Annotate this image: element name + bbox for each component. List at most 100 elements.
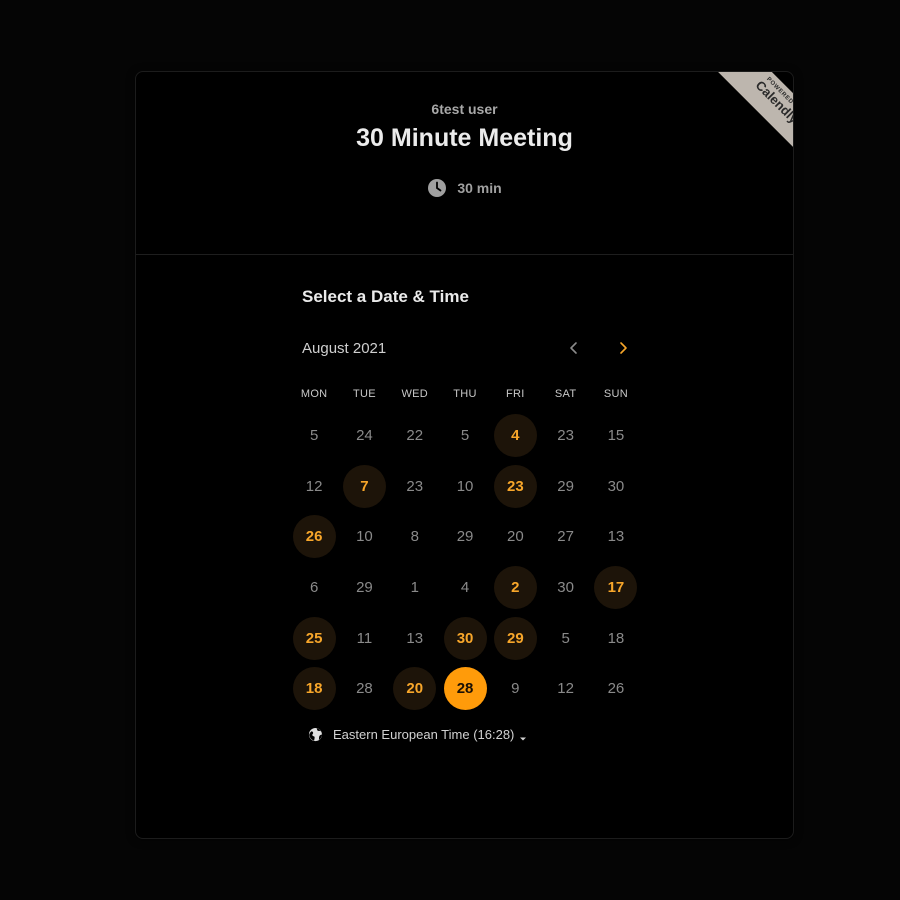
- day-cell: 12: [289, 461, 339, 512]
- day-available-button[interactable]: 29: [493, 616, 537, 660]
- day-cell[interactable]: 25: [289, 613, 339, 664]
- day-cell: 29: [339, 562, 389, 613]
- day-cell[interactable]: 18: [289, 663, 339, 714]
- day-cell[interactable]: 28: [440, 663, 490, 714]
- day-cell: 4: [440, 562, 490, 613]
- day-cell[interactable]: 26: [289, 511, 339, 562]
- day-label: 23: [406, 477, 424, 495]
- day-label: 12: [557, 680, 574, 698]
- chevron-left-icon: [568, 341, 580, 360]
- day-cell: 5: [440, 410, 490, 461]
- clock-icon: [427, 178, 447, 198]
- day-available-button[interactable]: 18: [292, 667, 336, 711]
- section-title: Select a Date & Time: [302, 287, 469, 306]
- weekday-label: MON: [300, 388, 328, 400]
- prev-month-button[interactable]: [560, 336, 588, 364]
- day-label: 11: [356, 629, 373, 647]
- day-label: 5: [561, 629, 570, 647]
- calendar-grid: 5 24 22 5 4 23 15 12 7 23 10 23 29 30 26 10 8 29 20 27 13 6 29…: [289, 410, 641, 714]
- day-cell: 23: [390, 461, 440, 512]
- day-available-button[interactable]: 26: [292, 515, 336, 559]
- day-label: 24: [356, 426, 373, 444]
- globe-icon: [308, 727, 323, 742]
- booking-card: 6test user 30 Minute Meeting 30 min POWE…: [135, 71, 794, 839]
- day-cell[interactable]: 29: [490, 613, 540, 664]
- day-cell: 20: [490, 511, 540, 562]
- day-cell: 22: [390, 410, 440, 461]
- day-label: 5: [460, 426, 470, 444]
- weekday-label: TUE: [352, 388, 376, 400]
- day-cell: 13: [591, 511, 641, 562]
- caret-down-icon: [519, 731, 527, 740]
- ribbon-band[interactable]: POWERED BY Calendly: [709, 72, 794, 170]
- day-label: 10: [456, 477, 474, 495]
- day-label: 6: [309, 578, 319, 596]
- day-label: 30: [557, 578, 574, 596]
- weekday-label: THU: [453, 388, 477, 400]
- chevron-right-icon: [617, 341, 629, 360]
- day-label: 29: [456, 528, 474, 546]
- day-label: 26: [607, 680, 625, 698]
- day-cell: 15: [591, 410, 641, 461]
- day-label: 4: [460, 578, 470, 596]
- timezone-selector[interactable]: Eastern European Time (16:28): [308, 727, 527, 742]
- day-label: 9: [511, 680, 520, 698]
- day-label: 27: [557, 528, 574, 546]
- month-label: August 2021: [302, 340, 387, 357]
- day-label: 23: [557, 426, 574, 444]
- event-duration: 30 min: [136, 178, 793, 198]
- weekday-label: FRI: [506, 388, 525, 400]
- day-cell: 5: [540, 613, 590, 664]
- day-cell[interactable]: 20: [390, 663, 440, 714]
- day-label: 28: [356, 680, 373, 698]
- weekday-header: MON TUE WED THU FRI SAT SUN: [289, 388, 641, 400]
- day-cell: 11: [339, 613, 389, 664]
- duration-label: 30 min: [457, 180, 502, 196]
- day-label: 29: [557, 477, 574, 495]
- day-label: 10: [356, 528, 373, 546]
- next-month-button[interactable]: [609, 336, 637, 364]
- day-available-button[interactable]: 30: [443, 616, 487, 660]
- day-cell: 18: [591, 613, 641, 664]
- day-available-button[interactable]: 7: [342, 464, 386, 508]
- day-label: 13: [406, 629, 424, 647]
- day-cell: 9: [490, 663, 540, 714]
- day-label: 15: [607, 426, 625, 444]
- day-cell: 24: [339, 410, 389, 461]
- day-label: 12: [305, 477, 323, 495]
- timezone-label: Eastern European Time (16:28): [333, 727, 515, 742]
- day-selected-button[interactable]: 28: [443, 667, 487, 711]
- day-available-button[interactable]: 4: [493, 413, 537, 457]
- ribbon-brand: Calendly: [752, 77, 794, 127]
- day-cell: 12: [540, 663, 590, 714]
- day-cell: 8: [390, 511, 440, 562]
- day-cell[interactable]: 2: [490, 562, 540, 613]
- day-cell: 28: [339, 663, 389, 714]
- powered-by-ribbon[interactable]: POWERED BY Calendly: [695, 72, 794, 170]
- day-cell: 26: [591, 663, 641, 714]
- day-cell: 29: [540, 461, 590, 512]
- day-cell[interactable]: 30: [440, 613, 490, 664]
- day-cell: 10: [440, 461, 490, 512]
- day-label: 5: [309, 426, 319, 444]
- day-available-button[interactable]: 2: [493, 565, 537, 609]
- day-cell: 30: [540, 562, 590, 613]
- day-cell: 29: [440, 511, 490, 562]
- weekday-label: SAT: [554, 388, 577, 400]
- day-cell: 1: [390, 562, 440, 613]
- day-available-button[interactable]: 25: [292, 616, 336, 660]
- day-label: 13: [607, 528, 625, 546]
- day-cell: 5: [289, 410, 339, 461]
- day-cell: 13: [390, 613, 440, 664]
- day-cell[interactable]: 23: [490, 461, 540, 512]
- day-available-button[interactable]: 20: [393, 667, 437, 711]
- weekday-label: SUN: [603, 388, 628, 400]
- day-available-button[interactable]: 17: [594, 565, 638, 609]
- day-cell[interactable]: 4: [490, 410, 540, 461]
- day-cell: 10: [339, 511, 389, 562]
- day-label: 8: [410, 528, 419, 546]
- day-available-button[interactable]: 23: [493, 464, 537, 508]
- day-cell[interactable]: 7: [339, 461, 389, 512]
- day-label: 22: [406, 426, 424, 444]
- day-cell[interactable]: 17: [591, 562, 641, 613]
